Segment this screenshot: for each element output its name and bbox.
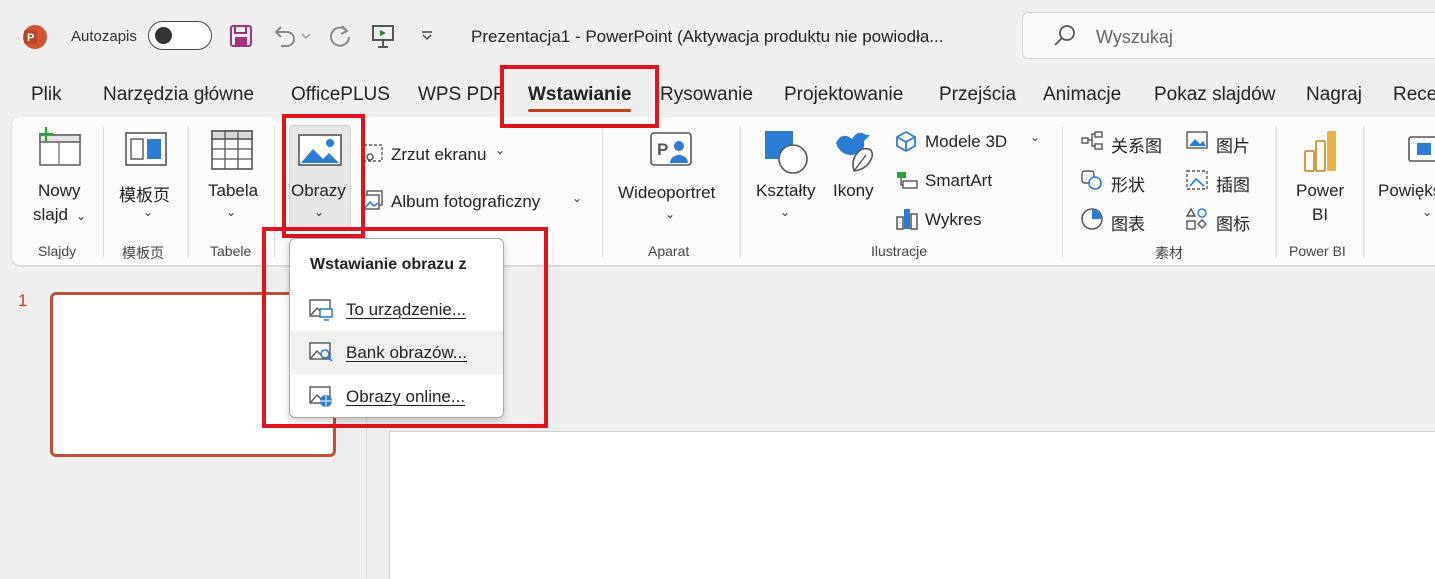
chevron-down-icon[interactable]: ⌄ [572, 191, 582, 205]
cameo-icon[interactable]: P [649, 131, 693, 176]
shape-icon[interactable] [1080, 169, 1104, 196]
zoom-label[interactable]: Powięks [1378, 181, 1435, 201]
slide-canvas[interactable] [389, 431, 1435, 579]
title-bar: P Autozapis Prezentacja1 - PowerPoint (A… [0, 0, 1435, 72]
new-slide-label-2[interactable]: slajd [33, 205, 68, 225]
icon-library-icon[interactable] [1185, 207, 1209, 236]
chevron-down-icon[interactable]: ⌄ [780, 205, 790, 219]
present-icon[interactable] [370, 22, 396, 50]
chevron-down-icon[interactable]: ⌄ [665, 207, 675, 221]
tab-przejscia[interactable]: Przejścia [939, 84, 1016, 106]
photo-album-label[interactable]: Album fotograficzny [391, 192, 540, 212]
chevron-down-icon[interactable]: ⌄ [76, 209, 86, 223]
picture-label[interactable]: 图片 [1216, 132, 1250, 157]
shape-label[interactable]: 形状 [1111, 171, 1145, 196]
relation-diagram-label[interactable]: 关系图 [1111, 132, 1162, 157]
illustration-icon[interactable] [1185, 169, 1209, 196]
3d-models-icon[interactable] [895, 130, 917, 157]
undo-dropdown-icon[interactable] [298, 22, 314, 50]
customize-toolbar-icon[interactable] [414, 22, 440, 50]
icon-library-label[interactable]: 图标 [1216, 210, 1250, 235]
table-label[interactable]: Tabela [208, 181, 258, 201]
annotation-box-tab [500, 65, 659, 128]
graph-label[interactable]: 图表 [1111, 210, 1145, 235]
template-page-label[interactable]: 模板页 [119, 181, 170, 206]
power-bi-label-2[interactable]: BI [1312, 205, 1328, 225]
save-icon[interactable] [228, 22, 254, 50]
group-label-power-bi: Power BI [1289, 243, 1346, 259]
group-label-aparat: Aparat [648, 243, 690, 259]
chevron-down-icon[interactable]: ⌄ [1422, 205, 1432, 219]
cameo-label[interactable]: Wideoportret [618, 183, 715, 203]
powerpoint-logo-icon: P [22, 24, 48, 50]
new-slide-icon[interactable] [37, 127, 83, 172]
screenshot-icon[interactable] [362, 143, 384, 168]
picture-icon[interactable] [1185, 130, 1209, 155]
zoom-icon[interactable] [1407, 133, 1435, 170]
group-label-ilustracje: Ilustracje [871, 243, 928, 259]
slide-number: 1 [18, 291, 28, 310]
tab-pokaz-slajdow[interactable]: Pokaz slajdów [1154, 84, 1275, 106]
chart-icon[interactable] [895, 207, 919, 236]
autosave-label: Autozapis [71, 28, 137, 45]
graph-icon[interactable] [1080, 207, 1104, 236]
photo-album-icon[interactable] [362, 189, 384, 216]
tab-nagraj[interactable]: Nagraj [1306, 84, 1362, 106]
tab-wps-pdf[interactable]: WPS PDF [418, 84, 505, 106]
tab-projektowanie[interactable]: Projektowanie [784, 84, 903, 106]
svg-text:P: P [657, 140, 668, 159]
chevron-down-icon[interactable]: ⌄ [495, 143, 505, 157]
search-icon [1053, 24, 1077, 53]
tab-plik[interactable]: Plik [31, 84, 62, 106]
autosave-toggle[interactable] [148, 21, 212, 50]
svg-text:P: P [27, 32, 34, 44]
ribbon: Nowy slajd ⌄ Slajdy 模板页 ⌄ 模板页 Tabela ⌄ T… [12, 117, 1435, 265]
tab-narzedzia-glowne[interactable]: Narzędzia główne [103, 84, 254, 106]
annotation-box-images-button [282, 114, 365, 238]
group-label-template: 模板页 [122, 245, 164, 261]
group-label-sucai: 素材 [1155, 245, 1183, 261]
tab-rysowanie[interactable]: Rysowanie [660, 84, 753, 106]
annotation-box-menu [262, 227, 548, 428]
icons-label[interactable]: Ikony [833, 181, 874, 201]
shapes-icon[interactable] [763, 129, 811, 180]
search-placeholder: Wyszukaj [1096, 27, 1173, 47]
chevron-down-icon[interactable]: ⌄ [1030, 130, 1040, 144]
table-icon[interactable] [210, 129, 254, 176]
power-bi-label-1[interactable]: Power [1296, 181, 1344, 201]
template-page-icon[interactable] [124, 131, 168, 172]
ribbon-tabs: Plik Narzędzia główne OfficePLUS WPS PDF… [0, 72, 1435, 116]
tab-officeplus[interactable]: OfficePLUS [291, 84, 390, 106]
icons-icon[interactable] [832, 127, 876, 178]
shapes-label[interactable]: Kształty [756, 181, 816, 201]
relation-diagram-icon[interactable] [1080, 130, 1104, 157]
document-title: Prezentacja1 - PowerPoint (Aktywacja pro… [471, 27, 944, 46]
tab-animacje[interactable]: Animacje [1043, 84, 1121, 106]
chevron-down-icon[interactable]: ⌄ [143, 205, 153, 219]
power-bi-icon[interactable] [1303, 129, 1339, 178]
screenshot-label[interactable]: Zrzut ekranu [391, 145, 486, 165]
group-label-tabele: Tabele [210, 243, 252, 259]
search-box[interactable]: Wyszukaj [1022, 12, 1435, 59]
smartart-icon[interactable] [895, 169, 919, 196]
illustration-label[interactable]: 插图 [1216, 171, 1250, 196]
chart-label[interactable]: Wykres [925, 210, 982, 230]
3d-models-label[interactable]: Modele 3D [925, 132, 1007, 152]
redo-icon[interactable] [327, 22, 353, 50]
group-label-slajdy: Slajdy [38, 243, 77, 259]
new-slide-label-1[interactable]: Nowy [38, 181, 81, 201]
smartart-label[interactable]: SmartArt [925, 171, 992, 191]
undo-icon[interactable] [271, 22, 297, 50]
chevron-down-icon[interactable]: ⌄ [226, 205, 236, 219]
tab-recenzja[interactable]: Recen [1393, 84, 1435, 106]
